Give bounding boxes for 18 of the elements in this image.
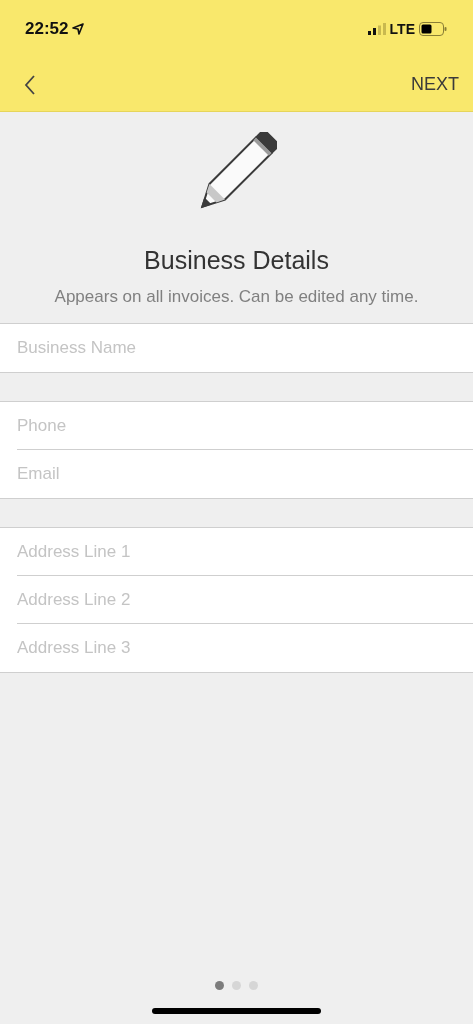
network-label: LTE — [389, 21, 415, 37]
page-dot[interactable] — [215, 981, 224, 990]
text-field[interactable]: Address Line 3 — [0, 624, 473, 672]
signal-icon — [367, 23, 386, 35]
text-field[interactable]: Phone — [0, 402, 473, 450]
page-dot[interactable] — [249, 981, 258, 990]
page-dot[interactable] — [232, 981, 241, 990]
page-subtitle: Appears on all invoices. Can be edited any time. — [54, 287, 419, 307]
status-time: 22:52 — [25, 19, 69, 39]
battery-icon — [419, 22, 447, 36]
text-field[interactable]: Address Line 1 — [0, 528, 473, 576]
text-field[interactable]: Email — [0, 450, 473, 498]
next-button[interactable]: NEXT — [411, 70, 459, 99]
location-arrow-icon — [72, 23, 85, 35]
chevron-left-icon — [24, 74, 36, 95]
text-field[interactable]: Business Name — [0, 324, 473, 372]
page-title: Business Details — [144, 246, 329, 275]
text-field[interactable]: Address Line 2 — [0, 576, 473, 624]
